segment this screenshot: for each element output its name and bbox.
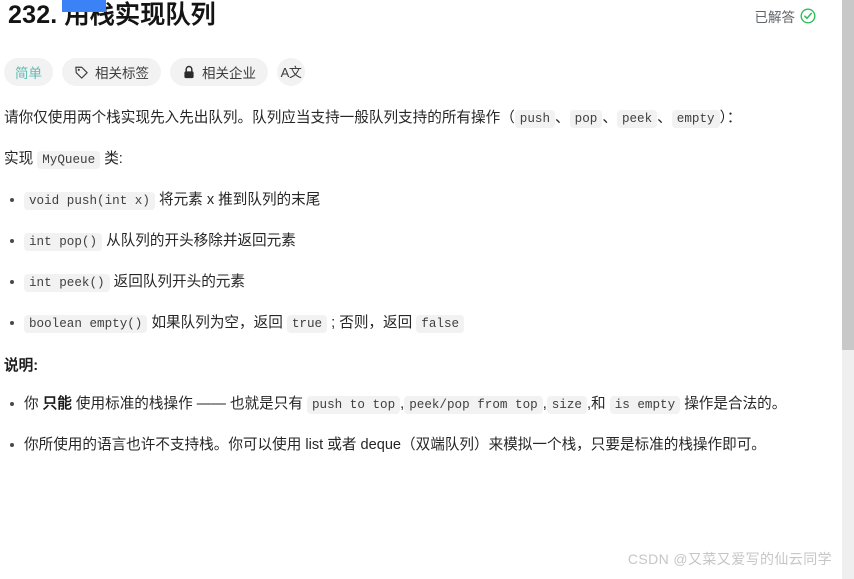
method-desc-b: ; 否则，返回 xyxy=(327,315,417,331)
method-desc: 从队列的开头移除并返回元素 xyxy=(106,233,296,249)
method-desc: 返回队列开头的元素 xyxy=(113,274,245,290)
code-peek-pop-from-top: peek/pop from top xyxy=(404,396,543,414)
code-myqueue: MyQueue xyxy=(37,151,101,169)
tag-icon xyxy=(75,66,88,79)
code-boolean-empty: boolean empty() xyxy=(24,315,148,333)
implement-suffix: 类: xyxy=(100,151,123,167)
intro-text-a: 请你仅使用两个栈实现先入先出队列。队列应当支持一般队列支持的所有操作（ xyxy=(4,110,515,126)
note-emphasis: 只能 xyxy=(42,396,72,412)
translate-pill[interactable]: A文 xyxy=(277,58,305,86)
intro-text-b: ）： xyxy=(719,110,742,126)
sep-1: 、 xyxy=(555,110,570,126)
sep-2: 、 xyxy=(602,110,617,126)
status-badge: 已解答 xyxy=(755,6,817,26)
list-item: void push(int x) 将元素 x 推到队列的末尾 xyxy=(10,187,818,214)
code-pop: pop xyxy=(569,110,603,128)
translate-icon: A文 xyxy=(280,64,302,80)
note-text-b: 使用标准的栈操作 —— 也就是只有 xyxy=(71,396,307,412)
problem-header: 232. 用栈实现队列 已解答 xyxy=(4,0,828,42)
code-true: true xyxy=(286,315,328,333)
implement-paragraph: 实现 MyQueue 类: xyxy=(4,146,818,173)
lock-icon xyxy=(184,65,194,78)
method-list: void push(int x) 将元素 x 推到队列的末尾 int pop()… xyxy=(4,187,818,337)
code-int-pop: int pop() xyxy=(24,233,103,251)
code-int-peek: int peek() xyxy=(24,274,110,292)
list-item: boolean empty() 如果队列为空，返回 true ; 否则，返回 f… xyxy=(10,310,818,337)
code-peek: peek xyxy=(616,110,658,128)
page-title: 232. 用栈实现队列 xyxy=(8,1,216,29)
related-tags-label: 相关标签 xyxy=(95,66,149,81)
tag-pill-row: 简单 相关标签 相关企业 A文 xyxy=(4,58,305,86)
related-companies-label: 相关企业 xyxy=(202,66,256,81)
status-label: 已解答 xyxy=(754,10,796,25)
code-push: push xyxy=(514,110,556,128)
intro-paragraph: 请你仅使用两个栈实现先入先出队列。队列应当支持一般队列支持的所有操作（ push、… xyxy=(4,105,818,132)
note-text: 你所使用的语言也许不支持栈。你可以使用 list 或者 deque（双端队列）来… xyxy=(24,437,766,453)
method-desc: 将元素 x 推到队列的末尾 xyxy=(158,192,321,208)
code-is-empty: is empty xyxy=(609,396,681,414)
list-item: 你 只能 使用标准的栈操作 —— 也就是只有 push to top, peek/… xyxy=(10,391,818,418)
list-item: int peek() 返回队列开头的元素 xyxy=(10,269,818,296)
problem-content: 232. 用栈实现队列 已解答 简单 相关标签 相关企业 A文 请你仅使用两个栈… xyxy=(0,0,842,579)
method-desc-a: 如果队列为空，返回 xyxy=(151,315,287,331)
implement-prefix: 实现 xyxy=(4,151,38,167)
note-text-a: 你 xyxy=(24,396,43,412)
code-empty: empty xyxy=(671,110,720,128)
difficulty-pill[interactable]: 简单 xyxy=(4,58,53,86)
difficulty-label: 简单 xyxy=(15,66,42,81)
notes-heading: 说明: xyxy=(4,358,39,374)
notes-list: 你 只能 使用标准的栈操作 —— 也就是只有 push to top, peek/… xyxy=(4,391,818,458)
code-push-to-top: push to top xyxy=(307,396,401,414)
csdn-watermark: CSDN @又菜又爱写的仙云同学 xyxy=(627,551,832,567)
note-sep-3: ,和 xyxy=(586,396,610,412)
code-void-push: void push(int x) xyxy=(24,192,155,210)
related-companies-pill[interactable]: 相关企业 xyxy=(170,58,268,86)
problem-description: 请你仅使用两个栈实现先入先出队列。队列应当支持一般队列支持的所有操作（ push、… xyxy=(4,105,818,472)
scrollbar-track[interactable] xyxy=(842,0,854,579)
sep-3: 、 xyxy=(657,110,672,126)
list-item: int pop() 从队列的开头移除并返回元素 xyxy=(10,228,818,255)
problem-page: 232. 用栈实现队列 已解答 简单 相关标签 相关企业 A文 请你仅使用两个栈… xyxy=(0,0,854,579)
scrollbar-thumb[interactable] xyxy=(842,0,854,350)
code-false: false xyxy=(416,315,465,333)
note-text-c: 操作是合法的。 xyxy=(680,396,787,412)
related-tags-pill[interactable]: 相关标签 xyxy=(62,58,161,86)
check-circle-icon xyxy=(800,8,816,24)
code-size: size xyxy=(546,396,587,414)
list-item: 你所使用的语言也许不支持栈。你可以使用 list 或者 deque（双端队列）来… xyxy=(10,432,818,458)
